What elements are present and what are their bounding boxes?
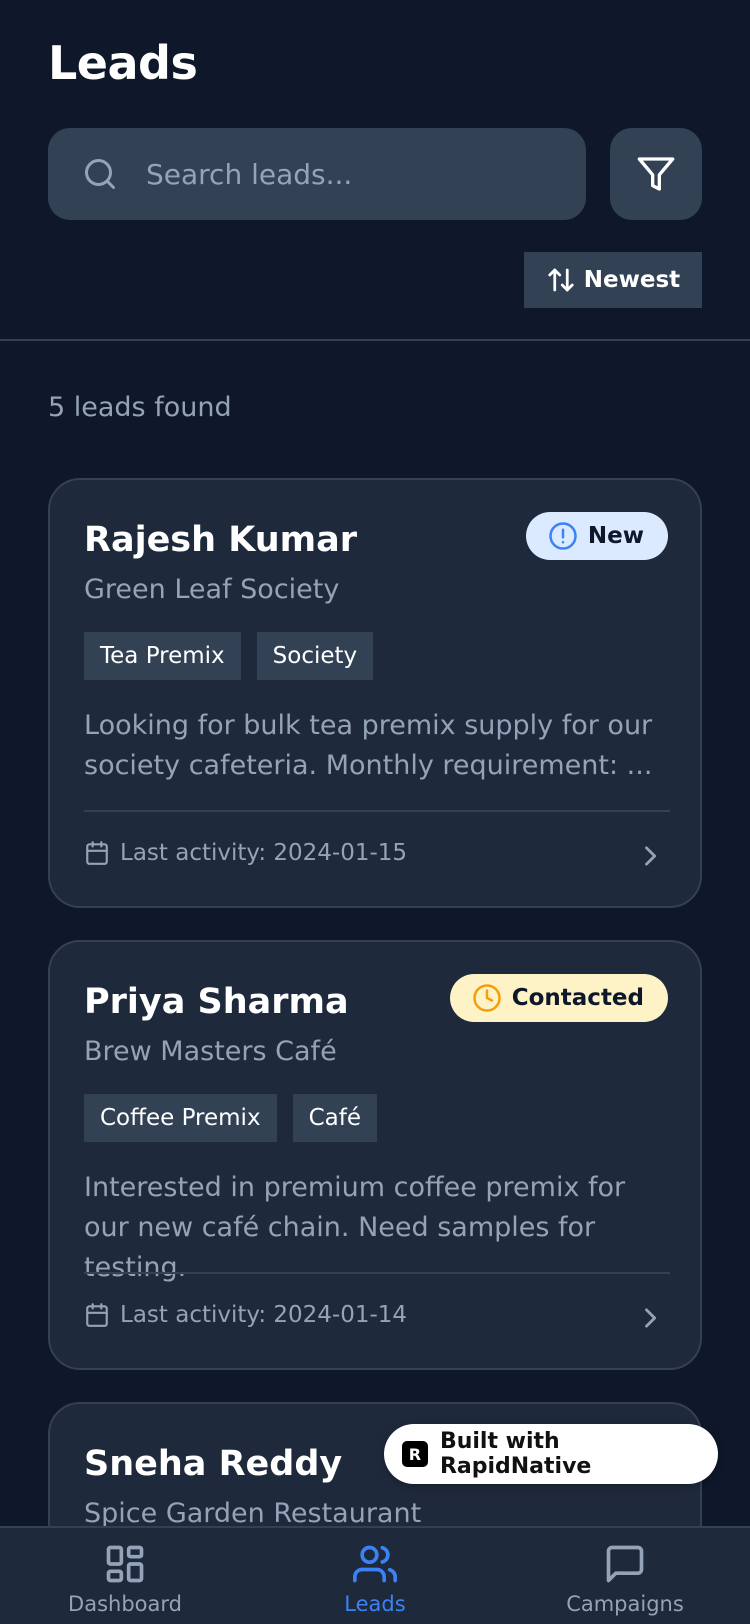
divider: [84, 1272, 670, 1274]
users-icon: [353, 1545, 397, 1583]
calendar-icon: [86, 1303, 108, 1327]
results-count: 5 leads found: [48, 392, 232, 423]
tab-leads[interactable]: Leads: [285, 1542, 465, 1616]
tag-list: Tea Premix Society: [84, 632, 374, 680]
status-label: Contacted: [511, 985, 644, 1011]
calendar-icon: [86, 841, 108, 865]
built-with-text: Built with RapidNative: [439, 1429, 592, 1479]
status-badge: New: [525, 512, 668, 560]
divider: [84, 810, 670, 812]
lead-company: Brew Masters Café: [84, 1036, 337, 1067]
tag: Coffee Premix: [84, 1094, 277, 1142]
last-activity-text: Last activity: 2024-01-14: [120, 1302, 408, 1328]
page-title: Leads: [48, 36, 198, 90]
status-badge: Contacted: [449, 974, 668, 1022]
header: Leads Newest: [0, 0, 750, 341]
tag-list: Coffee Premix Café: [84, 1094, 377, 1142]
lead-name: Priya Sharma: [84, 982, 349, 1022]
built-with-badge[interactable]: R Built with RapidNative: [384, 1424, 718, 1484]
lead-card[interactable]: Rajesh Kumar Green Leaf Society New Tea …: [48, 478, 702, 908]
tab-campaigns[interactable]: Campaigns: [535, 1542, 715, 1616]
sort-arrows-icon: [548, 268, 574, 292]
tag: Society: [256, 632, 374, 680]
tag: Tea Premix: [84, 632, 241, 680]
last-activity: Last activity: 2024-01-14: [84, 1302, 407, 1328]
alert-circle-icon: [549, 522, 577, 550]
search-icon: [85, 159, 115, 189]
filter-icon: [637, 157, 675, 191]
chevron-right-icon[interactable]: [636, 842, 664, 870]
filter-button[interactable]: [610, 128, 702, 220]
message-icon: [606, 1545, 644, 1583]
chevron-right-icon[interactable]: [636, 1304, 664, 1332]
rapidnative-logo: R: [402, 1441, 428, 1467]
lead-name: Rajesh Kumar: [84, 520, 358, 560]
tab-label: Campaigns: [566, 1592, 684, 1616]
tag: Café: [292, 1094, 377, 1142]
tab-dashboard[interactable]: Dashboard: [35, 1542, 215, 1616]
dashboard-icon: [106, 1545, 144, 1583]
lead-company: Spice Garden Restaurant: [84, 1498, 422, 1529]
sort-label: Newest: [583, 267, 681, 293]
lead-company: Green Leaf Society: [84, 574, 340, 605]
last-activity: Last activity: 2024-01-15: [84, 840, 407, 866]
clock-icon: [472, 984, 501, 1012]
last-activity-text: Last activity: 2024-01-15: [120, 840, 408, 866]
search-bar[interactable]: [48, 128, 586, 220]
tab-label: Dashboard: [68, 1592, 182, 1616]
lead-name: Sneha Reddy: [84, 1444, 343, 1484]
bottom-tab-bar: Dashboard Leads Campaigns: [0, 1526, 750, 1624]
search-input[interactable]: [146, 128, 566, 220]
status-label: New: [587, 523, 644, 549]
sort-button[interactable]: Newest: [524, 252, 702, 308]
tab-label: Leads: [344, 1592, 406, 1616]
lead-card[interactable]: Priya Sharma Brew Masters Café Contacted…: [48, 940, 702, 1370]
lead-description: Looking for bulk tea premix supply for o…: [84, 710, 653, 781]
lead-description: Interested in premium coffee premix for …: [84, 1172, 626, 1283]
